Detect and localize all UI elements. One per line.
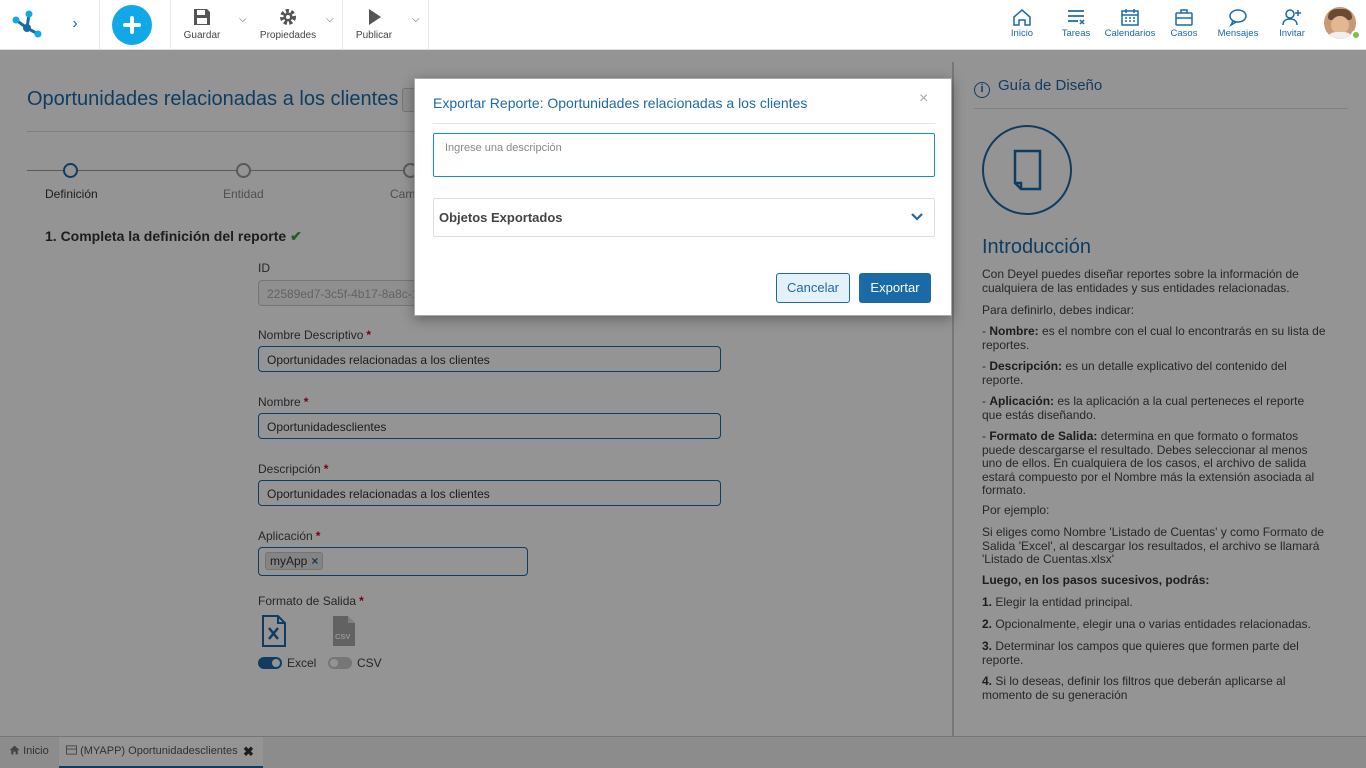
nav-messages-label: Mensajes [1217, 28, 1259, 39]
publish-button[interactable]: Publicar [353, 6, 395, 46]
top-bar: › Guardar ⌵ Propiedades ⌵ Publicar ⌵ Ini… [0, 0, 1366, 50]
nav-cases-label: Casos [1170, 28, 1198, 39]
dialog-title: Exportar Reporte: Oportunidades relacion… [433, 95, 808, 111]
floppy-disk-icon [194, 9, 210, 25]
properties-dropdown-chevron-icon[interactable]: ⌵ [326, 14, 334, 25]
tasks-icon [1068, 10, 1085, 25]
nav-messages[interactable]: Mensajes [1214, 7, 1262, 39]
add-user-icon [1282, 9, 1301, 26]
play-icon [369, 9, 381, 25]
create-new-button[interactable] [112, 5, 152, 45]
exported-objects-accordion[interactable]: Objetos Exportados [433, 198, 935, 237]
nav-calendars-label: Calendarios [1104, 28, 1156, 39]
home-icon [1013, 9, 1031, 26]
exported-objects-label: Objetos Exportados [439, 210, 563, 225]
nav-tasks[interactable]: Tareas [1058, 7, 1094, 39]
divider [170, 0, 171, 50]
cancel-button[interactable]: Cancelar [776, 273, 850, 303]
description-input[interactable]: Ingrese una descripción [433, 133, 935, 177]
nav-calendars[interactable]: Calendarios [1102, 7, 1158, 39]
close-icon[interactable]: × [919, 90, 928, 108]
nav-invite[interactable]: Invitar [1276, 7, 1308, 39]
nav-invite-label: Invitar [1279, 28, 1305, 39]
gear-icon [280, 9, 296, 25]
deyel-logo-icon[interactable] [10, 8, 44, 40]
nav-tasks-label: Tareas [1061, 28, 1091, 39]
nav-home[interactable]: Inicio [1006, 7, 1038, 39]
briefcase-icon [1175, 9, 1193, 26]
expand-menu-icon[interactable]: › [66, 14, 84, 34]
online-status-indicator [1351, 30, 1361, 40]
save-button[interactable]: Guardar [181, 6, 223, 46]
nav-home-label: Inicio [1010, 28, 1034, 39]
properties-button[interactable]: Propiedades [257, 6, 319, 46]
export-report-dialog: Exportar Reporte: Oportunidades relacion… [414, 78, 952, 316]
divider [342, 0, 343, 50]
save-dropdown-chevron-icon[interactable]: ⌵ [239, 14, 247, 25]
publish-dropdown-chevron-icon[interactable]: ⌵ [412, 14, 420, 25]
divider [428, 0, 429, 50]
divider [433, 123, 935, 124]
export-button[interactable]: Exportar [859, 273, 931, 303]
properties-label: Propiedades [259, 30, 317, 41]
save-label: Guardar [183, 30, 221, 41]
nav-cases[interactable]: Casos [1168, 7, 1200, 39]
chat-bubble-icon [1229, 9, 1247, 27]
divider [99, 0, 100, 50]
chevron-down-icon[interactable] [910, 210, 924, 224]
calendar-icon [1121, 9, 1139, 26]
publish-label: Publicar [355, 30, 393, 41]
